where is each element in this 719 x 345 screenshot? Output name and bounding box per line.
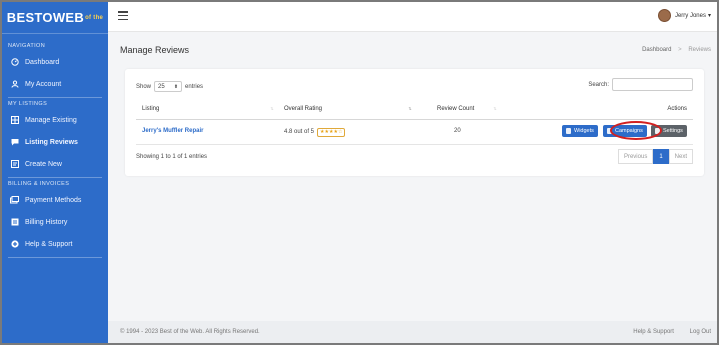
review-count-cell: 20: [454, 128, 461, 134]
form-icon: [10, 160, 19, 169]
app-frame: BESTOWEB of the NAVIGATION Dashboard My A…: [0, 0, 719, 345]
campaign-icon: [607, 128, 612, 134]
grid-icon: [10, 116, 19, 125]
breadcrumb-dashboard[interactable]: Dashboard: [642, 47, 671, 53]
sidebar-item-label: Create New: [25, 160, 62, 168]
user-menu[interactable]: Jerry Jones ▾: [657, 9, 711, 22]
footer-links: Help & Support Log Out: [619, 329, 711, 335]
sidebar-item-label: Listing Reviews: [25, 138, 78, 146]
brand-logo[interactable]: BESTOWEB of the: [2, 2, 108, 34]
breadcrumb-current: Reviews: [688, 47, 711, 53]
main-content: Manage Reviews Dashboard > Reviews Show …: [108, 32, 717, 321]
entries-value: 25: [158, 83, 165, 90]
sidebar-item-payment-methods[interactable]: Payment Methods: [2, 189, 108, 211]
column-listing[interactable]: Listing: [142, 106, 159, 112]
campaigns-button[interactable]: Campaigns: [603, 125, 647, 137]
sidebar-item-create-new[interactable]: Create New: [2, 153, 108, 175]
settings-button[interactable]: Settings: [651, 125, 687, 137]
pagination-previous[interactable]: Previous: [617, 149, 654, 164]
sidebar-item-my-account[interactable]: My Account: [2, 73, 108, 95]
copyright: © 1994 - 2023 Best of the Web. All Right…: [120, 329, 260, 335]
sidebar-item-label: Dashboard: [25, 58, 60, 66]
logo-superscript: of the: [85, 14, 104, 21]
show-label: Show: [136, 83, 152, 90]
sort-icon[interactable]: ↑↓: [493, 106, 497, 112]
footer-logout-link[interactable]: Log Out: [690, 329, 711, 335]
chevron-down-icon: ▾: [707, 13, 711, 19]
breadcrumb-separator: >: [678, 47, 682, 53]
divider: [8, 257, 102, 258]
column-overall-rating[interactable]: Overall Rating: [284, 106, 322, 112]
pagination-next[interactable]: Next: [668, 149, 693, 164]
listing-link[interactable]: Jerry's Muffler Repair: [142, 128, 203, 134]
settings-icon: [655, 128, 660, 134]
pagination: Previous 1 Next: [617, 149, 693, 164]
search-control: Search:: [588, 78, 693, 91]
section-billing: BILLING & INVOICES: [8, 181, 70, 187]
sidebar-item-dashboard[interactable]: Dashboard: [2, 51, 108, 73]
avatar: [657, 9, 671, 22]
sort-icon[interactable]: ↑↓: [408, 106, 412, 112]
section-my-listings: MY LISTINGS: [8, 101, 48, 107]
sidebar: BESTOWEB of the NAVIGATION Dashboard My A…: [2, 2, 108, 343]
top-bar: Jerry Jones ▾: [108, 2, 717, 32]
entries-select[interactable]: 25 ⬍: [154, 81, 183, 92]
sidebar-item-manage-existing[interactable]: Manage Existing: [2, 109, 108, 131]
table-row: Jerry's Muffler Repair 4.8 out of 5 ★★★★☆…: [136, 120, 693, 145]
table-header: Listing ↑↓ Overall Rating ↑↓ Review Coun…: [136, 99, 693, 120]
breadcrumb: Dashboard > Reviews: [642, 47, 711, 53]
footer: © 1994 - 2023 Best of the Web. All Right…: [108, 321, 717, 343]
sidebar-item-label: My Account: [25, 80, 62, 88]
dashboard-icon: [10, 58, 19, 67]
column-review-count[interactable]: Review Count: [437, 106, 474, 112]
ledger-icon: [10, 218, 19, 227]
campaigns-label: Campaigns: [615, 128, 643, 134]
divider: [8, 97, 102, 98]
search-label: Search:: [588, 81, 609, 88]
cards-icon: [10, 196, 19, 205]
logo-text: BESTOWEB: [6, 10, 85, 25]
search-input[interactable]: [612, 78, 693, 91]
sidebar-item-listing-reviews[interactable]: Listing Reviews: [2, 131, 108, 153]
table-info: Showing 1 to 1 of 1 entries: [136, 154, 208, 160]
sidebar-item-label: Manage Existing: [25, 116, 77, 124]
hamburger-menu-icon[interactable]: [118, 11, 128, 21]
sort-toggle-icon: ⬍: [173, 83, 179, 90]
user-icon: [10, 80, 19, 89]
widget-icon: [566, 128, 571, 134]
sidebar-item-billing-history[interactable]: Billing History: [2, 211, 108, 233]
reviews-card: Show 25 ⬍ entries Search: Listing ↑↓ Ove…: [125, 69, 704, 176]
sidebar-item-help-support[interactable]: Help & Support: [2, 233, 108, 255]
page-title: Manage Reviews: [120, 45, 190, 55]
star-rating: ★★★★☆: [317, 128, 346, 137]
sidebar-item-label: Billing History: [25, 218, 68, 226]
pagination-page-1[interactable]: 1: [653, 149, 669, 164]
entries-length-control: Show 25 ⬍ entries: [136, 81, 203, 92]
entries-label: entries: [185, 83, 204, 90]
chat-icon: [10, 138, 19, 147]
widgets-button[interactable]: Widgets: [562, 125, 598, 137]
widgets-label: Widgets: [574, 128, 594, 134]
section-navigation: NAVIGATION: [8, 43, 46, 49]
settings-label: Settings: [663, 128, 683, 134]
footer-help-link[interactable]: Help & Support: [633, 329, 674, 335]
sort-icon[interactable]: ↑↓: [270, 106, 274, 112]
column-actions: Actions: [667, 106, 687, 112]
sidebar-item-label: Help & Support: [25, 240, 73, 248]
sidebar-item-label: Payment Methods: [25, 196, 82, 204]
plus-circle-icon: [10, 240, 19, 249]
rating-text: 4.8 out of 5: [284, 129, 315, 135]
user-name: Jerry Jones: [674, 12, 706, 19]
divider: [8, 177, 102, 178]
rating-cell: 4.8 out of 5 ★★★★☆: [284, 128, 346, 137]
